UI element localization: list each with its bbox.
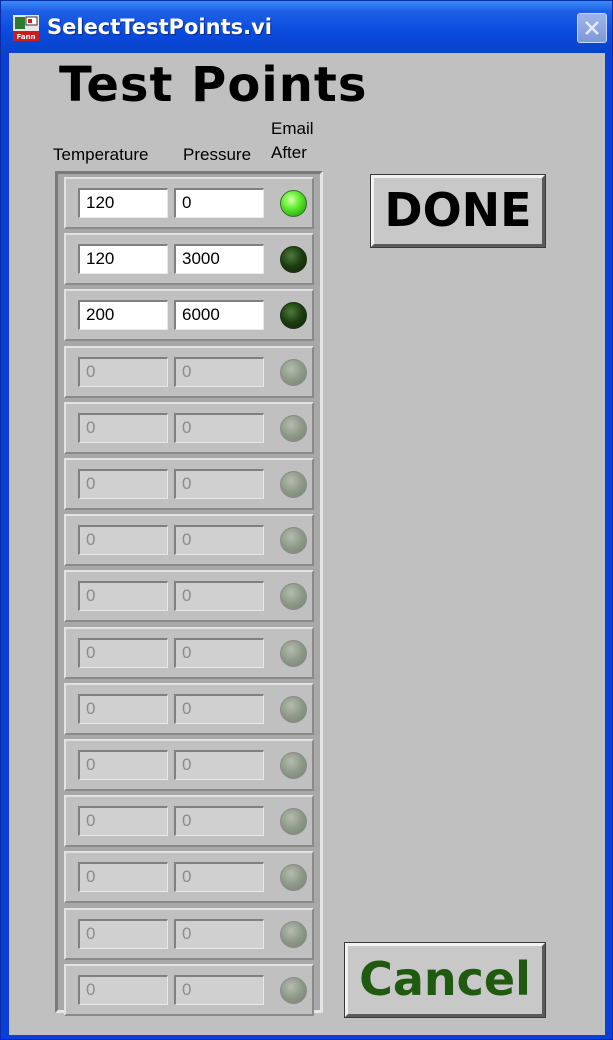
temperature-field[interactable]: 200 — [78, 300, 168, 331]
test-points-array: 120 0 120 3000 200 6000 0 0 0 0 0 0 0 0 0 0 0 0 0 0 0 0 0 0 0 0 0 0… — [55, 171, 323, 1016]
front-panel: Test Points Temperature Pressure Email A… — [9, 53, 605, 1035]
pressure-field: 0 — [174, 356, 264, 387]
email-after-led — [280, 920, 307, 948]
column-header-email-line2: After — [271, 143, 307, 162]
pressure-field[interactable]: 0 — [174, 188, 264, 218]
table-row: 00 — [64, 739, 314, 791]
table-row: 00 — [64, 795, 314, 848]
pressure-field: 0 — [174, 806, 264, 837]
temperature-field: 0 — [78, 750, 168, 780]
cancel-button[interactable]: Cancel — [344, 942, 546, 1018]
temperature-field: 0 — [78, 862, 168, 893]
table-row: 00 — [64, 345, 314, 398]
table-row: 00 — [64, 458, 314, 510]
table-row: 00 — [64, 514, 314, 567]
email-after-led — [280, 639, 307, 667]
pressure-field: 0 — [174, 693, 264, 724]
email-after-led — [280, 752, 307, 779]
temperature-field: 0 — [78, 581, 168, 612]
email-after-led — [280, 414, 307, 442]
pressure-field: 0 — [174, 750, 264, 780]
email-after-led — [280, 695, 307, 723]
temperature-field: 0 — [78, 974, 168, 1005]
email-after-led — [280, 976, 307, 1004]
email-after-led — [280, 358, 307, 386]
email-after-led — [280, 808, 307, 836]
close-icon — [585, 21, 599, 35]
temperature-field: 0 — [78, 693, 168, 724]
pressure-field[interactable]: 6000 — [174, 300, 264, 331]
temperature-field: 0 — [78, 918, 168, 949]
close-button[interactable] — [577, 13, 607, 43]
pressure-field: 0 — [174, 918, 264, 949]
table-row: 120 0 — [64, 177, 314, 229]
table-row: 00 — [64, 851, 314, 904]
email-after-led — [280, 864, 307, 892]
pressure-field: 0 — [174, 412, 264, 443]
temperature-field: 0 — [78, 356, 168, 387]
pressure-field: 0 — [174, 469, 264, 499]
table-row: 00 — [64, 682, 314, 735]
temperature-field: 0 — [78, 806, 168, 837]
email-after-led[interactable] — [280, 190, 307, 217]
column-header-pressure: Pressure — [183, 145, 252, 164]
pressure-field[interactable]: 3000 — [174, 244, 264, 275]
temperature-field: 0 — [78, 412, 168, 443]
table-row: 00 — [64, 963, 314, 1016]
temperature-field: 0 — [78, 637, 168, 668]
table-row: 120 3000 — [64, 233, 314, 286]
column-header-temperature: Temperature — [53, 145, 149, 164]
window-title: SelectTestPoints.vi — [47, 15, 272, 39]
email-after-led — [280, 527, 307, 555]
table-row: 200 6000 — [64, 289, 314, 342]
vi-window: Fann SelectTestPoints.vi Test Points Tem… — [0, 0, 613, 1040]
table-row: 00 — [64, 570, 314, 623]
temperature-field[interactable]: 120 — [78, 244, 168, 275]
temperature-field[interactable]: 120 — [78, 188, 168, 218]
temperature-field: 0 — [78, 469, 168, 499]
email-after-led — [280, 471, 307, 498]
temperature-field: 0 — [78, 525, 168, 556]
pressure-field: 0 — [174, 974, 264, 1005]
pressure-field: 0 — [174, 637, 264, 668]
email-after-led[interactable] — [280, 246, 307, 274]
table-row: 00 — [64, 907, 314, 960]
title-bar[interactable]: Fann SelectTestPoints.vi — [1, 1, 612, 53]
column-header-email-line1: Email — [271, 119, 314, 138]
done-button[interactable]: DONE — [370, 174, 546, 248]
svg-text:Fann: Fann — [16, 33, 35, 41]
email-after-led[interactable] — [280, 302, 307, 330]
table-row: 00 — [64, 626, 314, 679]
table-row: 00 — [64, 401, 314, 454]
labview-vi-icon: Fann — [13, 15, 39, 41]
pressure-field: 0 — [174, 525, 264, 556]
pressure-field: 0 — [174, 581, 264, 612]
email-after-led — [280, 583, 307, 611]
pressure-field: 0 — [174, 862, 264, 893]
page-title: Test Points — [59, 57, 368, 113]
